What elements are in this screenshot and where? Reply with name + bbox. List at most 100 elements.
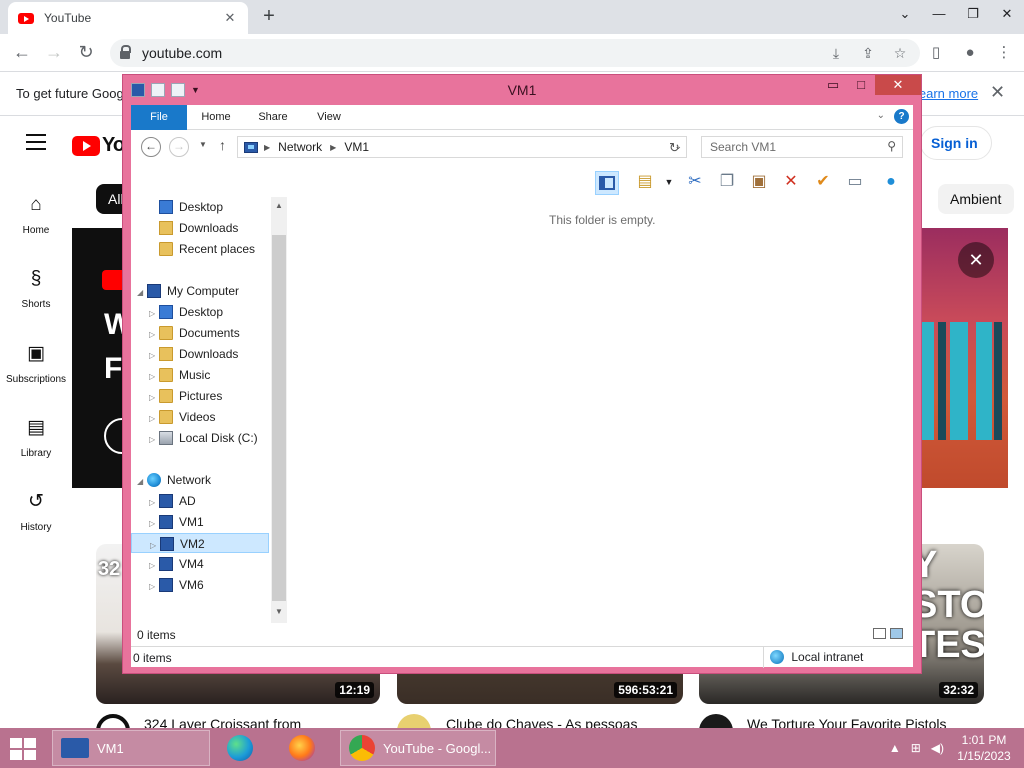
copy-icon[interactable]: ❐: [715, 171, 739, 195]
expand-arrow-icon[interactable]: ▷: [149, 493, 159, 513]
profile-avatar-icon[interactable]: ●: [958, 41, 982, 65]
up-arrow-icon[interactable]: ↑: [219, 137, 226, 153]
refresh-icon[interactable]: ↻: [669, 140, 680, 156]
tree-item-vm6[interactable]: ▷ VM6: [131, 575, 269, 595]
expand-arrow-icon[interactable]: ▷: [149, 367, 159, 387]
install-icon[interactable]: ⤓: [826, 43, 846, 63]
show-hidden-icons-icon[interactable]: ▲: [889, 741, 901, 755]
browser-close-button[interactable]: ✕: [990, 0, 1024, 30]
sidebar-item-history[interactable]: ↺ History: [0, 490, 72, 533]
start-button[interactable]: [10, 738, 38, 760]
tree-item-music[interactable]: ▷ Music: [131, 365, 269, 385]
expand-arrow-icon[interactable]: ▷: [149, 304, 159, 324]
tree-item-desktop[interactable]: Desktop: [131, 197, 269, 217]
network-icon[interactable]: ⊞: [911, 741, 921, 755]
expand-arrow-icon[interactable]: ▷: [149, 514, 159, 534]
cut-icon[interactable]: ✂: [683, 171, 707, 195]
tree-item-recent-places[interactable]: Recent places: [131, 239, 269, 259]
sidebar-item-subscriptions[interactable]: ▣ Subscriptions: [0, 342, 72, 385]
explorer-title-bar[interactable]: ▼ VM1 ▭ □ ✕: [123, 75, 921, 105]
explorer-maximize-button[interactable]: □: [847, 75, 875, 95]
taskbar-explorer-button[interactable]: VM1: [52, 730, 210, 766]
volume-icon[interactable]: ◀): [931, 741, 944, 755]
tree-item-documents[interactable]: ▷ Documents: [131, 323, 269, 343]
breadcrumb-vm1[interactable]: VM1: [344, 140, 369, 154]
tree-item-network[interactable]: ◢ Network: [131, 470, 269, 490]
reload-icon[interactable]: ↻: [74, 41, 98, 65]
large-icons-view-icon[interactable]: [890, 628, 903, 639]
scroll-up-icon[interactable]: ▲: [271, 201, 287, 210]
tree-item-local-disk-c[interactable]: ▷ Local Disk (C:): [131, 428, 269, 448]
lock-icon[interactable]: [120, 45, 131, 59]
address-bar[interactable]: youtube.com ⤓ ⇪ ☆: [110, 39, 920, 67]
tree-item-desktop[interactable]: ▷ Desktop: [131, 302, 269, 322]
explorer-minimize-button[interactable]: ▭: [819, 75, 847, 95]
side-panel-icon[interactable]: ▯: [924, 41, 948, 65]
tree-item-downloads[interactable]: ▷ Downloads: [131, 344, 269, 364]
expand-arrow-icon[interactable]: ▷: [149, 430, 159, 450]
back-arrow-icon[interactable]: ←: [10, 41, 34, 65]
tab-file[interactable]: File: [131, 105, 187, 130]
back-button[interactable]: ←: [141, 137, 161, 157]
url-text[interactable]: youtube.com: [142, 45, 222, 61]
taskbar-edge-button[interactable]: [218, 730, 272, 766]
sidebar-item-home[interactable]: ⌂ Home: [0, 194, 72, 236]
youtube-logo[interactable]: Yo: [72, 134, 125, 157]
sidebar-item-library[interactable]: ▤ Library: [0, 416, 72, 459]
paste-icon[interactable]: ▣: [747, 171, 771, 195]
tab-search-chevron-icon[interactable]: ⌄: [888, 0, 922, 30]
chip-ambient[interactable]: Ambient: [938, 184, 1014, 214]
promo-banner-image[interactable]: ✕: [920, 228, 1008, 488]
minimize-button[interactable]: —: [922, 0, 956, 30]
tree-item-my-computer[interactable]: ◢ My Computer: [131, 281, 269, 301]
options-dropdown-icon[interactable]: ▼: [657, 171, 681, 195]
search-icon[interactable]: ⚲: [887, 139, 896, 153]
tree-item-videos[interactable]: ▷ Videos: [131, 407, 269, 427]
help-icon[interactable]: ?: [894, 109, 909, 124]
globe-icon[interactable]: ●: [879, 171, 903, 195]
search-input[interactable]: Search VM1 ⚲: [701, 136, 903, 158]
folder-options-icon[interactable]: ▤: [633, 171, 657, 195]
learn-more-link[interactable]: learn more: [916, 86, 978, 101]
tree-item-pictures[interactable]: ▷ Pictures: [131, 386, 269, 406]
share-icon[interactable]: ⇪: [858, 43, 878, 63]
delete-icon[interactable]: ✕: [779, 171, 803, 195]
forward-button[interactable]: →: [169, 137, 189, 157]
expand-arrow-icon[interactable]: ▷: [149, 409, 159, 429]
expand-arrow-icon[interactable]: ▷: [149, 556, 159, 576]
tree-item-vm4[interactable]: ▷ VM4: [131, 554, 269, 574]
tab-close-icon[interactable]: ✕: [222, 10, 238, 26]
menu-dots-icon[interactable]: ⋮: [992, 41, 1016, 65]
preview-pane-icon[interactable]: [595, 171, 619, 195]
explorer-address-bar[interactable]: ▶ Network ▶ VM1 ⌄: [237, 136, 687, 158]
restore-button[interactable]: ❐: [956, 0, 990, 30]
info-bar-close-icon[interactable]: ✕: [990, 82, 1005, 103]
expand-arrow-icon[interactable]: ▷: [149, 346, 159, 366]
checkmark-icon[interactable]: ✔: [811, 171, 835, 195]
banner-close-icon[interactable]: ✕: [958, 242, 994, 278]
tree-item-ad[interactable]: ▷ AD: [131, 491, 269, 511]
taskbar-firefox-button[interactable]: [280, 730, 334, 766]
sign-in-button[interactable]: Sign in: [920, 126, 992, 160]
clock[interactable]: 1:01 PM 1/15/2023: [954, 732, 1014, 764]
recent-locations-dropdown-icon[interactable]: ▼: [199, 140, 207, 149]
tree-item-vm2[interactable]: ▷ VM2: [131, 533, 269, 553]
taskbar-chrome-button[interactable]: YouTube - Googl...: [340, 730, 496, 766]
tab-share[interactable]: Share: [245, 105, 301, 130]
expand-arrow-icon[interactable]: ▷: [150, 536, 160, 556]
tab-home[interactable]: Home: [189, 105, 243, 130]
explorer-close-button[interactable]: ✕: [875, 75, 921, 95]
scroll-down-icon[interactable]: ▼: [271, 607, 287, 616]
tree-item-downloads[interactable]: Downloads: [131, 218, 269, 238]
expand-ribbon-chevron-icon[interactable]: ⌄: [877, 110, 885, 121]
sidebar-item-shorts[interactable]: § Shorts: [0, 268, 72, 310]
nav-pane-scrollbar[interactable]: ▲ ▼: [271, 197, 287, 623]
expanded-arrow-icon[interactable]: ◢: [137, 472, 147, 492]
bookmark-star-icon[interactable]: ☆: [890, 43, 910, 63]
breadcrumb-chevron-icon[interactable]: ▶: [330, 143, 336, 152]
expanded-arrow-icon[interactable]: ◢: [137, 283, 147, 303]
forward-arrow-icon[interactable]: →: [42, 41, 66, 65]
new-tab-button[interactable]: +: [258, 6, 280, 28]
expand-arrow-icon[interactable]: ▷: [149, 577, 159, 597]
expand-arrow-icon[interactable]: ▷: [149, 388, 159, 408]
